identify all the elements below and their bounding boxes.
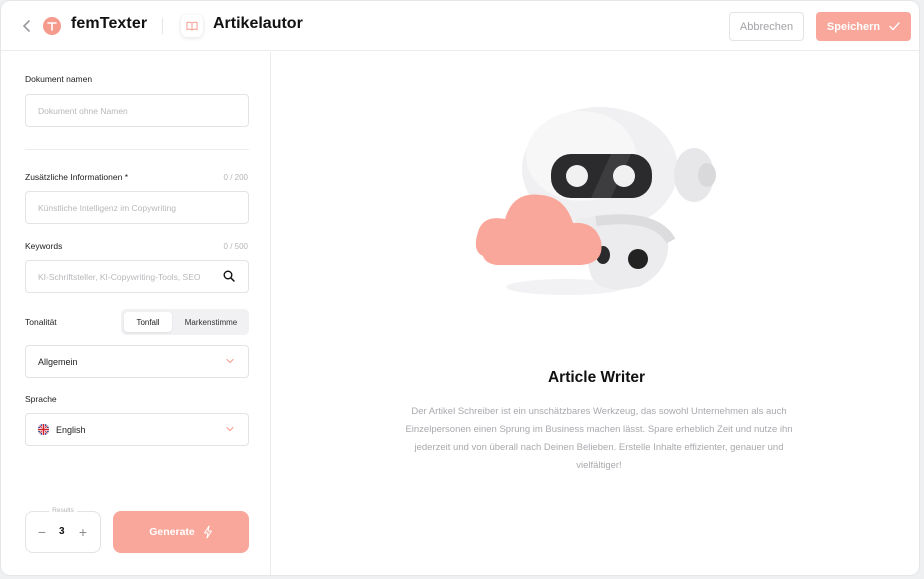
results-value: 3	[59, 526, 65, 537]
doc-name-label: Dokument namen	[25, 74, 93, 84]
app-name: femTexter	[71, 15, 148, 32]
app-window: femTexter Artikelautor Abbrechen Speiche…	[0, 0, 920, 576]
info-label: Zusätzliche Informationen *	[25, 172, 128, 182]
results-label: Results	[49, 507, 77, 514]
tab-tonfall[interactable]: Tonfall	[124, 312, 172, 332]
tone-select[interactable]: Allgemein	[25, 345, 249, 378]
info-input[interactable]	[25, 191, 249, 224]
check-icon	[889, 22, 900, 31]
keywords-input[interactable]	[25, 260, 249, 293]
back-chevron-icon[interactable]	[20, 17, 34, 35]
keywords-char-count: 0 / 500	[223, 242, 248, 251]
section-divider	[25, 149, 249, 150]
feature-description: Der Artikel Schreiber ist ein unschätzba…	[405, 406, 793, 471]
settings-panel: Dokument namen Zusätzliche Informationen…	[1, 52, 271, 575]
book-icon	[181, 15, 203, 37]
femtexter-logo-icon	[43, 17, 61, 35]
tone-select-value: Allgemein	[38, 356, 78, 367]
language-label: Sprache	[25, 394, 57, 404]
tone-mode-toggle: Tonfall Markenstimme	[121, 309, 249, 335]
page-title: Artikelautor	[213, 15, 303, 32]
increment-button[interactable]: +	[76, 524, 90, 540]
uk-flag-icon	[38, 424, 49, 435]
feature-title: Article Writer	[547, 369, 646, 386]
doc-name-input[interactable]	[25, 94, 249, 127]
lightning-icon	[203, 525, 212, 539]
cancel-button[interactable]: Abbrechen	[729, 12, 804, 41]
keywords-label: Keywords	[25, 241, 63, 251]
generate-button[interactable]: Generate	[113, 511, 249, 553]
chevron-down-icon	[226, 358, 234, 364]
top-bar: femTexter Artikelautor Abbrechen Speiche…	[1, 1, 919, 51]
generate-button-label: Generate	[149, 526, 195, 538]
save-button-label: Speichern	[826, 20, 881, 33]
language-select-value: English	[56, 424, 86, 435]
robot-illustration	[471, 91, 721, 311]
decrement-button[interactable]: −	[35, 524, 49, 540]
search-icon[interactable]	[223, 270, 235, 282]
save-button[interactable]: Speichern	[816, 12, 911, 41]
header-divider	[162, 18, 163, 34]
tone-label: Tonalität	[25, 317, 57, 327]
chevron-down-icon	[226, 426, 234, 432]
results-stepper: Results − 3 +	[25, 507, 101, 553]
tab-markenstimme[interactable]: Markenstimme	[176, 312, 246, 332]
info-char-count: 0 / 200	[223, 173, 248, 182]
language-select[interactable]: English	[25, 413, 249, 446]
